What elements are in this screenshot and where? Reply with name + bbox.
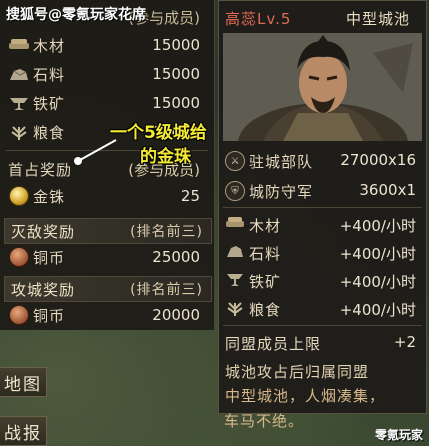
iron-icon xyxy=(8,95,30,111)
siege-reward-item: 铜币 20000 xyxy=(0,302,214,328)
destroy-reward-header: 灭敌奖励 (排名前三) xyxy=(4,218,212,244)
reward-value: 15000 xyxy=(152,36,200,54)
production-row-grain: 粮食 +400/小时 xyxy=(219,295,426,321)
destroy-reward-subtitle: (排名前三) xyxy=(130,224,203,240)
city-description-line1: 中型城池，人烟凑集， xyxy=(225,387,386,405)
reward-row-wood: 木材 15000 xyxy=(0,32,214,58)
garrison-value: 27000x16 xyxy=(340,151,416,169)
city-info-panel: 高蕊Lv.5 中型城池 ⚔ 驻城部队 27000x16 ⛨ 城防守军 3600x… xyxy=(218,0,427,414)
production-value: +400/小时 xyxy=(339,245,416,263)
item-label: 铜币 xyxy=(33,306,66,325)
gold-coin-icon xyxy=(8,186,30,206)
grain-icon xyxy=(225,299,243,317)
annotation-line2: 的金珠 xyxy=(140,147,191,167)
city-description-line2: 车马不绝。 xyxy=(224,412,305,430)
reward-value: 15000 xyxy=(152,94,200,112)
divider xyxy=(223,207,422,208)
annotation-arrow-icon xyxy=(74,139,117,165)
garrison-row: ⚔ 驻城部队 27000x16 xyxy=(219,147,426,173)
item-value: 25 xyxy=(180,187,200,205)
iron-icon xyxy=(225,271,243,289)
production-row-wood: 木材 +400/小时 xyxy=(219,211,426,237)
city-type: 中型城池 xyxy=(345,9,410,28)
reward-label: 石料 xyxy=(33,65,66,84)
troops-icon: ⚔ xyxy=(225,151,245,171)
siege-reward-header: 攻城奖励 (排名前三) xyxy=(4,276,212,302)
reward-label: 木材 xyxy=(33,36,66,55)
production-value: +400/小时 xyxy=(339,217,416,235)
reward-value: 15000 xyxy=(152,65,200,83)
stone-icon xyxy=(225,243,243,261)
city-info-header: 高蕊Lv.5 中型城池 xyxy=(219,5,426,31)
production-label: 木材 xyxy=(249,217,282,235)
production-label: 石料 xyxy=(249,245,282,263)
copper-coin-icon xyxy=(8,247,30,267)
first-occupy-item: 金铢 25 xyxy=(0,183,214,209)
reward-label: 铁矿 xyxy=(33,94,66,113)
production-value: +400/小时 xyxy=(339,301,416,319)
first-occupy-title: 首占奖励 xyxy=(8,160,73,179)
production-row-stone: 石料 +400/小时 xyxy=(219,239,426,265)
annotation-line1: 一个5级城给 xyxy=(110,123,207,143)
map-button[interactable]: 地图 xyxy=(0,367,47,397)
siege-reward-subtitle: (排名前三) xyxy=(130,282,203,298)
production-label: 粮食 xyxy=(249,301,282,319)
ownership-note: 城池攻占后归属同盟 xyxy=(225,363,370,381)
copper-coin-icon xyxy=(8,305,30,325)
alliance-cap-row: 同盟成员上限 +2 xyxy=(219,329,426,355)
siege-reward-title: 攻城奖励 xyxy=(11,280,76,299)
alliance-cap-value: +2 xyxy=(393,333,416,351)
production-row-iron: 铁矿 +400/小时 xyxy=(219,267,426,293)
item-label: 铜币 xyxy=(33,248,66,267)
alliance-cap-label: 同盟成员上限 xyxy=(225,335,322,353)
battle-report-button[interactable]: 战报 xyxy=(0,416,47,446)
item-value: 25000 xyxy=(152,248,200,266)
defense-value: 3600x1 xyxy=(359,181,416,199)
reward-label: 粮食 xyxy=(33,123,66,142)
watermark-top: 搜狐号@零氪玩家花席 xyxy=(6,7,146,23)
garrison-label: 驻城部队 xyxy=(249,153,314,171)
general-portrait xyxy=(223,33,422,141)
production-label: 铁矿 xyxy=(249,273,282,291)
defense-label: 城防守军 xyxy=(249,183,314,201)
item-label: 金铢 xyxy=(33,187,66,206)
destroy-reward-item: 铜币 25000 xyxy=(0,244,214,270)
item-value: 20000 xyxy=(152,306,200,324)
reward-row-iron: 铁矿 15000 xyxy=(0,90,214,116)
divider xyxy=(223,325,422,326)
production-value: +400/小时 xyxy=(339,273,416,291)
watermark-bottom: 零氪玩家 xyxy=(374,428,423,442)
shield-icon: ⛨ xyxy=(225,181,245,201)
reward-row-stone: 石料 15000 xyxy=(0,61,214,87)
stone-icon xyxy=(8,66,30,82)
lord-name[interactable]: 高蕊Lv.5 xyxy=(225,8,291,29)
destroy-reward-title: 灭敌奖励 xyxy=(11,222,76,241)
grain-icon xyxy=(8,124,30,140)
defense-row: ⛨ 城防守军 3600x1 xyxy=(219,177,426,203)
wood-icon xyxy=(8,37,30,53)
wood-icon xyxy=(225,215,244,233)
